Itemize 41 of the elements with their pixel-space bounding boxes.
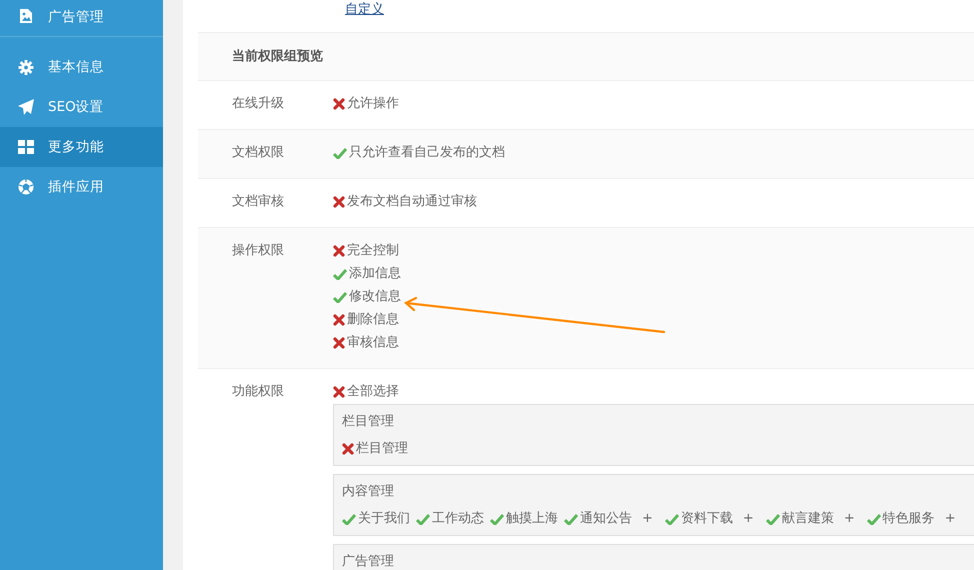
soccer-ball-icon xyxy=(18,179,34,195)
group-title: 内容管理 xyxy=(342,483,395,501)
permission-label: 资料下载 xyxy=(680,510,733,528)
grid-icon xyxy=(18,140,34,154)
section-title: 当前权限组预览 xyxy=(232,48,323,65)
sidebar-item[interactable]: 插件应用 xyxy=(0,167,163,207)
group-title: 广告管理 xyxy=(342,553,395,570)
permission-label: 审核信息 xyxy=(347,334,399,352)
permission-label: 添加信息 xyxy=(349,265,401,283)
permission-label: 工作动态 xyxy=(432,510,484,528)
expand-toggle[interactable]: + xyxy=(642,507,653,531)
expand-toggle[interactable]: + xyxy=(742,507,754,531)
row-label: 功能权限 xyxy=(232,383,285,401)
permission-label: 删除信息 xyxy=(347,311,399,329)
sidebar-item[interactable]: 更多功能 xyxy=(0,127,163,167)
permission-label: 只允许查看自己发布的文档 xyxy=(349,144,505,162)
permission-label: 关于我们 xyxy=(358,510,410,528)
permission-label: 允许操作 xyxy=(347,95,399,113)
permission-label: 栏目管理 xyxy=(356,440,408,458)
expand-toggle[interactable]: + xyxy=(844,507,855,531)
gear-icon xyxy=(18,60,34,74)
permission-label: 触摸上海 xyxy=(506,510,558,528)
row-label: 文档权限 xyxy=(232,144,285,162)
sidebar-item[interactable]: 基本信息 xyxy=(0,47,163,87)
paper-plane-icon xyxy=(18,99,34,115)
row-label: 文档审核 xyxy=(232,193,285,211)
permission-label: 献言建策 xyxy=(782,510,834,528)
image-icon xyxy=(18,8,34,24)
row-label: 在线升级 xyxy=(232,95,285,113)
group-title: 栏目管理 xyxy=(342,413,395,431)
permission-label: 完全控制 xyxy=(347,242,399,260)
custom-link[interactable]: 自定义 xyxy=(345,2,384,17)
permission-label: 修改信息 xyxy=(349,288,401,306)
permission-label: 特色服务 xyxy=(882,510,935,528)
permission-label: 发布文档自动通过审核 xyxy=(347,193,477,211)
select-all-label: 全部选择 xyxy=(347,383,399,401)
sidebar-item[interactable]: 广告管理 xyxy=(0,0,163,37)
permission-label: 通知公告 xyxy=(580,510,632,528)
sidebar-item[interactable]: SEO设置 xyxy=(0,87,163,127)
expand-toggle[interactable]: + xyxy=(944,507,956,531)
row-label: 操作权限 xyxy=(232,242,285,260)
